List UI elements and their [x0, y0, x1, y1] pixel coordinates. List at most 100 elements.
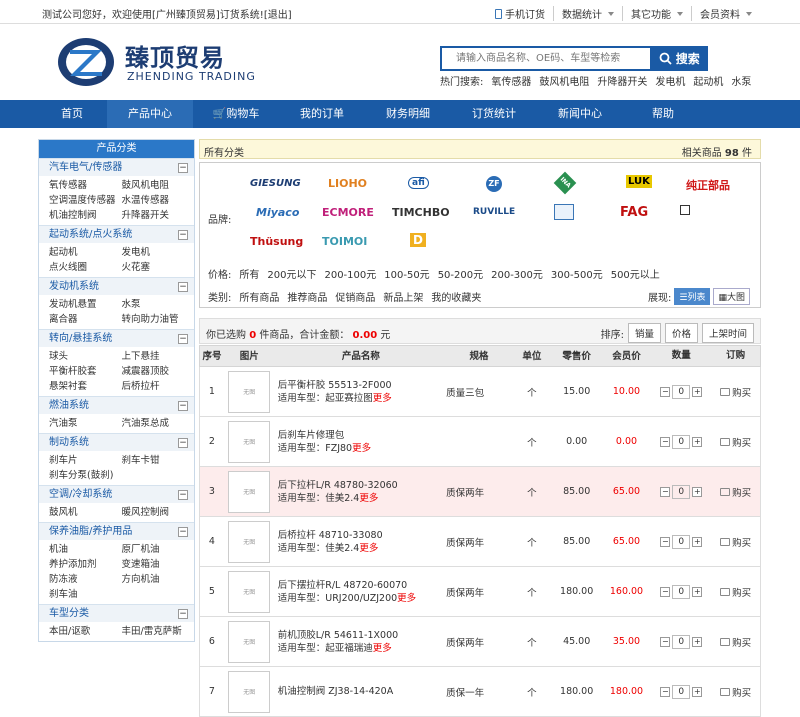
- decrement-button[interactable]: −: [660, 686, 671, 697]
- product-image[interactable]: 无图: [228, 370, 271, 413]
- view-grid-button[interactable]: ▦大图: [713, 288, 750, 305]
- brand-thusung[interactable]: Thüsung: [250, 235, 303, 248]
- logo-icon[interactable]: [56, 36, 116, 88]
- brand-miyaco[interactable]: Miyaco: [256, 206, 299, 219]
- category-item[interactable]: 方向机油: [122, 572, 195, 587]
- buy-button[interactable]: 购买: [711, 535, 760, 549]
- collapse-icon[interactable]: −: [178, 438, 188, 448]
- buy-button[interactable]: 购买: [711, 435, 760, 449]
- hot-search-item[interactable]: 鼓风机电阻: [539, 73, 589, 88]
- brand-ruville[interactable]: RUVILLE: [473, 207, 515, 217]
- type-option[interactable]: 所有商品: [239, 289, 279, 304]
- category-item[interactable]: 鼓风机电阻: [122, 178, 195, 193]
- category-item[interactable]: 刹车分泵(鼓刹): [49, 468, 122, 483]
- category-item[interactable]: 原厂机油: [122, 542, 195, 557]
- category-item[interactable]: 离合器: [49, 312, 122, 327]
- category-item[interactable]: 发动机悬置: [49, 297, 122, 312]
- decrement-button[interactable]: −: [660, 386, 671, 397]
- product-name[interactable]: 后下摆拉杆R/L 48720-60070: [278, 579, 444, 592]
- category-item[interactable]: 氧传感器: [49, 178, 122, 193]
- mobile-order-link[interactable]: 手机订货: [487, 6, 553, 21]
- collapse-icon[interactable]: −: [178, 282, 188, 292]
- product-image[interactable]: 无图: [228, 420, 271, 463]
- decrement-button[interactable]: −: [660, 486, 671, 497]
- category-header[interactable]: 空调/冷却系统 −: [39, 485, 194, 503]
- category-item[interactable]: 丰田/雷克萨斯: [122, 624, 195, 639]
- category-item[interactable]: 上下悬挂: [122, 349, 195, 364]
- more-link[interactable]: 更多: [373, 393, 392, 404]
- category-item[interactable]: 刹车片: [49, 453, 122, 468]
- category-item[interactable]: 机油控制阀: [49, 208, 122, 223]
- price-option[interactable]: 500元以上: [611, 266, 660, 281]
- product-name[interactable]: 前机顶胶L/R 54611-1X000: [278, 629, 444, 642]
- category-item[interactable]: 转向助力油管: [122, 312, 195, 327]
- category-item[interactable]: 水泵: [122, 297, 195, 312]
- quantity-input[interactable]: 0: [672, 584, 691, 599]
- nav-home[interactable]: 首页: [37, 100, 107, 128]
- category-item[interactable]: 刹车油: [49, 587, 122, 602]
- category-item[interactable]: 平衡杆胶套: [49, 364, 122, 379]
- quantity-input[interactable]: 0: [672, 634, 691, 649]
- hot-search-item[interactable]: 起动机: [693, 73, 723, 88]
- price-option[interactable]: 200-300元: [491, 266, 543, 281]
- decrement-button[interactable]: −: [660, 536, 671, 547]
- product-image[interactable]: 无图: [228, 670, 271, 713]
- category-item[interactable]: 暖风控制阀: [122, 505, 195, 520]
- quantity-input[interactable]: 0: [672, 684, 691, 699]
- product-name[interactable]: 后下拉杆L/R 48780-32060: [278, 479, 444, 492]
- category-item[interactable]: 本田/讴歌: [49, 624, 122, 639]
- increment-button[interactable]: +: [692, 536, 703, 547]
- category-item[interactable]: 空调温度传感器: [49, 193, 122, 208]
- increment-button[interactable]: +: [692, 436, 703, 447]
- buy-button[interactable]: 购买: [711, 585, 760, 599]
- hot-search-item[interactable]: 水泵: [731, 73, 751, 88]
- price-option[interactable]: 200-100元: [324, 266, 376, 281]
- nav-orders[interactable]: 我的订单: [279, 100, 365, 128]
- brand-ecmore[interactable]: ECMORE: [322, 206, 374, 219]
- product-name[interactable]: 后平衡杆胶 55513-2F000: [278, 379, 444, 392]
- price-option[interactable]: 200元以下: [267, 266, 316, 281]
- other-functions-menu[interactable]: 其它功能: [622, 6, 691, 21]
- brand-lioho[interactable]: LIOHO: [328, 177, 367, 190]
- quantity-input[interactable]: 0: [672, 484, 691, 499]
- category-item[interactable]: 发电机: [122, 245, 195, 260]
- type-option[interactable]: 推荐商品: [287, 289, 327, 304]
- member-info-menu[interactable]: 会员资料: [691, 6, 760, 21]
- category-item[interactable]: 起动机: [49, 245, 122, 260]
- category-header[interactable]: 起动系统/点火系统 −: [39, 225, 194, 243]
- category-item[interactable]: 汽油泵: [49, 416, 122, 431]
- search-input[interactable]: [440, 46, 651, 71]
- buy-button[interactable]: 购买: [711, 485, 760, 499]
- category-item[interactable]: 鼓风机: [49, 505, 122, 520]
- decrement-button[interactable]: −: [660, 586, 671, 597]
- sort-sales-button[interactable]: 销量: [627, 323, 661, 343]
- product-name[interactable]: 机油控制阀 ZJ38-14-420A: [278, 685, 444, 698]
- buy-button[interactable]: 购买: [711, 385, 760, 399]
- increment-button[interactable]: +: [692, 686, 703, 697]
- category-header[interactable]: 制动系统 −: [39, 433, 194, 451]
- brand-luk[interactable]: LUK: [626, 175, 652, 188]
- quantity-input[interactable]: 0: [672, 384, 691, 399]
- increment-button[interactable]: +: [692, 586, 703, 597]
- brand-d[interactable]: D: [410, 233, 426, 247]
- nav-finance[interactable]: 财务明细: [365, 100, 451, 128]
- nav-products[interactable]: 产品中心: [107, 100, 193, 128]
- category-item[interactable]: 养护添加剂: [49, 557, 122, 572]
- hot-search-item[interactable]: 发电机: [655, 73, 685, 88]
- hot-search-item[interactable]: 氧传感器: [491, 73, 531, 88]
- decrement-button[interactable]: −: [660, 436, 671, 447]
- category-header[interactable]: 车型分类 −: [39, 604, 194, 622]
- brand-giesung[interactable]: GIESUNG: [250, 178, 301, 189]
- nav-order-stats[interactable]: 订货统计: [451, 100, 537, 128]
- more-link[interactable]: 更多: [373, 643, 392, 654]
- price-option[interactable]: 300-500元: [551, 266, 603, 281]
- more-link[interactable]: 更多: [359, 493, 378, 504]
- category-header[interactable]: 汽车电气/传感器 −: [39, 158, 194, 176]
- product-image[interactable]: 无图: [228, 470, 271, 513]
- collapse-icon[interactable]: −: [178, 401, 188, 411]
- category-item[interactable]: 刹车卡钳: [122, 453, 195, 468]
- brand-timchbo[interactable]: TIMCHBO: [392, 206, 450, 219]
- product-name[interactable]: 后刹车片修理包: [278, 429, 444, 442]
- category-item[interactable]: 减震器顶胶: [122, 364, 195, 379]
- category-item[interactable]: 升降器开关: [122, 208, 195, 223]
